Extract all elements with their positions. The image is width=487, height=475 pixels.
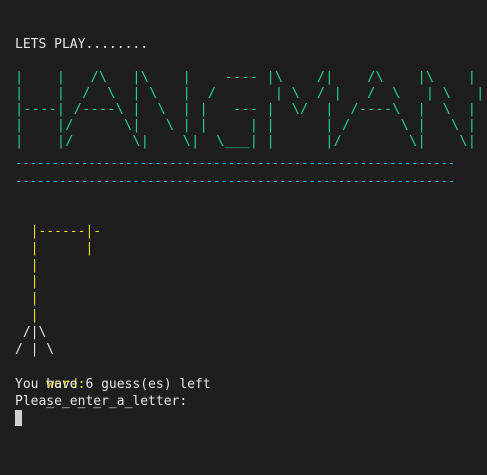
gallows-base-line: / | \	[15, 341, 55, 357]
gallows-line: |	[15, 257, 39, 273]
gallows-line: | |	[15, 240, 94, 256]
guesses-left-text: You have 6 guess(es) left	[15, 377, 211, 392]
banner-line: |----| /----\ | \ | | --- | \/ | /----\ …	[15, 101, 487, 117]
gallows-line: |	[15, 308, 39, 323]
terminal-cursor[interactable]	[15, 410, 22, 426]
gallows-line: |	[15, 274, 39, 290]
banner-line: | | /\ |\ | ---- |\ /| /\ |\ | |	[15, 69, 487, 85]
word-row: word: _ _ _ _ _ _	[15, 359, 132, 409]
separator-line: ----------------------------------------…	[15, 174, 456, 188]
gallows-line: |	[15, 291, 39, 307]
gallows-base-line: /|\	[15, 324, 47, 340]
enter-letter-prompt: Please enter a letter:	[15, 394, 188, 409]
gallows-line: |------|-	[15, 224, 102, 239]
banner-line: | | / \ | \ | / | \ / | / \ | \ | |	[15, 85, 487, 101]
intro-text: LETS PLAY........	[15, 37, 149, 52]
separator-line: ----------------------------------------…	[15, 156, 456, 170]
banner-line: | |/ \| \ | | | | | / \ | \ | |	[15, 117, 487, 133]
terminal-window: LETS PLAY........ | | /\ |\ | ---- |\ /|…	[0, 0, 487, 475]
banner-line: | |/ \| \| \___| | |/ \| \| .	[15, 133, 487, 149]
